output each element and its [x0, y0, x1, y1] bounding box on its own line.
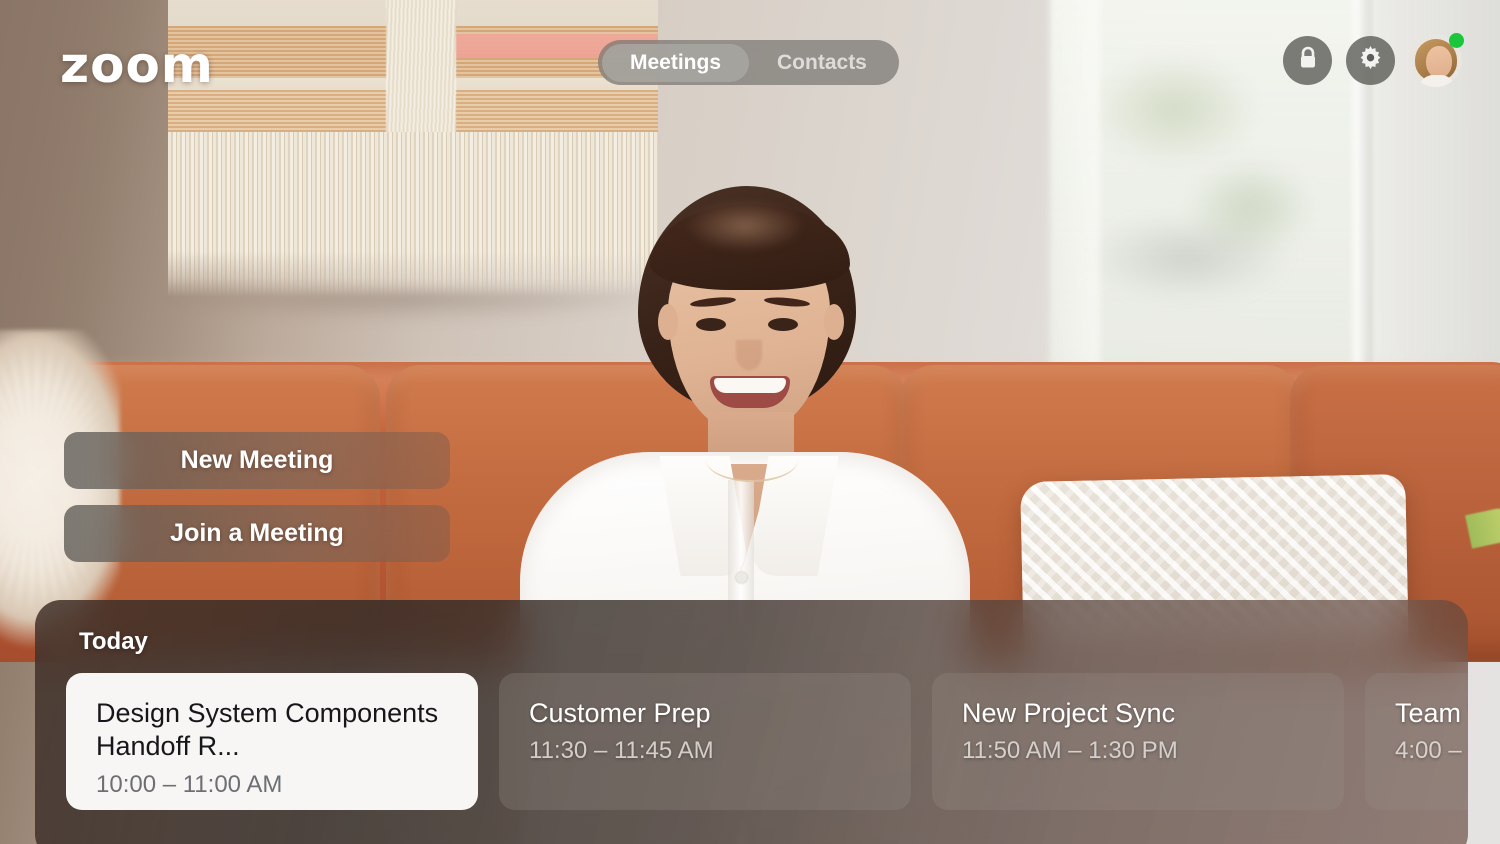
- zoom-app-window: zoom Meetings Contacts New Meeting Join …: [0, 0, 1500, 844]
- meeting-card[interactable]: New Project Sync 11:50 AM – 1:30 PM: [932, 673, 1344, 810]
- lock-icon: [1296, 45, 1320, 76]
- profile-avatar-button[interactable]: [1409, 33, 1464, 87]
- top-bar: zoom Meetings Contacts: [0, 0, 1500, 125]
- meeting-time: 11:30 – 11:45 AM: [529, 737, 714, 765]
- zoom-logo: zoom: [60, 36, 214, 94]
- meeting-title: Customer Prep: [529, 698, 711, 728]
- status-badge-online: [1449, 33, 1464, 48]
- meeting-time: 11:50 AM – 1:30 PM: [962, 737, 1178, 765]
- settings-button[interactable]: [1346, 36, 1395, 85]
- meetings-panel: Today Design System Components Handoff R…: [35, 600, 1468, 844]
- meeting-title: Team Weekly: [1395, 698, 1468, 728]
- meeting-time: 4:00 – 5:00 PM: [1395, 737, 1468, 765]
- meetings-section-title: Today: [79, 628, 148, 655]
- meeting-card[interactable]: Customer Prep 11:30 – 11:45 AM: [499, 673, 911, 810]
- primary-actions: New Meeting Join a Meeting: [64, 432, 450, 562]
- meeting-time: 10:00 – 11:00 AM: [96, 770, 283, 798]
- meeting-card[interactable]: Team Weekly 4:00 – 5:00 PM: [1365, 673, 1468, 810]
- top-bar-actions: [1283, 33, 1464, 87]
- gear-icon: [1357, 45, 1384, 77]
- meeting-title: New Project Sync: [962, 698, 1176, 728]
- meeting-cards-list[interactable]: Design System Components Handoff R... 10…: [66, 673, 1468, 810]
- join-meeting-button[interactable]: Join a Meeting: [64, 505, 450, 562]
- new-meeting-button[interactable]: New Meeting: [64, 432, 450, 489]
- meeting-title: Design System Components Handoff R...: [96, 698, 439, 762]
- lock-button[interactable]: [1283, 36, 1332, 85]
- tab-contacts[interactable]: Contacts: [749, 44, 895, 82]
- main-tabs: Meetings Contacts: [598, 40, 899, 85]
- meeting-card[interactable]: Design System Components Handoff R... 10…: [66, 673, 478, 810]
- tab-meetings[interactable]: Meetings: [602, 43, 750, 82]
